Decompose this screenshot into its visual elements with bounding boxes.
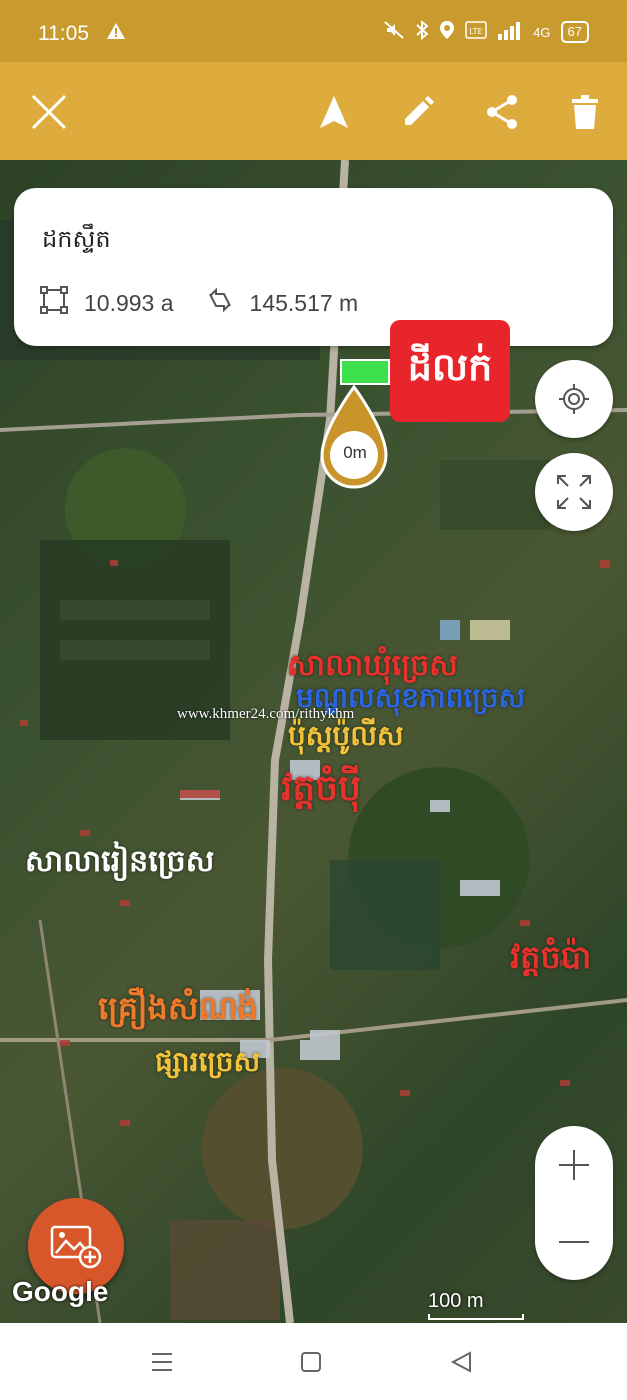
target-icon — [559, 384, 589, 414]
system-nav-bar — [0, 1323, 627, 1400]
minus-icon — [559, 1240, 589, 1243]
navigate-icon[interactable] — [312, 90, 356, 134]
zoom-controls — [535, 1126, 613, 1280]
map-scale-label: 100 m — [428, 1290, 484, 1312]
distance-icon — [206, 286, 234, 320]
signal-icon — [497, 20, 523, 44]
status-bar: 11:05 LTE 4G 67 — [0, 0, 627, 62]
battery-icon: 67 — [560, 21, 589, 43]
pin-distance-label: 0m — [343, 443, 367, 462]
land-for-sale-label: ដីលក់ — [390, 320, 510, 422]
map-label-school: សាលារៀនច្រេស — [25, 844, 215, 879]
fit-bounds-button[interactable] — [535, 453, 613, 531]
map-label-pagoda-champey: វត្តចំប៉ី — [281, 768, 361, 809]
recents-icon[interactable] — [146, 1347, 178, 1377]
zoom-out-button[interactable] — [535, 1203, 613, 1280]
location-pin-icon[interactable] — [316, 384, 392, 490]
volte-icon: LTE — [465, 20, 487, 44]
location-icon — [439, 20, 455, 44]
map-label-pagoda-champa: វត្តចំប៉ា — [510, 938, 592, 976]
watermark-text: www.khmer24.com/rithykhm — [177, 706, 355, 722]
add-image-icon — [50, 1225, 102, 1269]
mute-icon — [383, 20, 405, 44]
parcel-measurements: 10.993 a 145.517 m — [40, 286, 390, 320]
google-logo: Google — [12, 1276, 109, 1307]
svg-text:LTE: LTE — [470, 27, 483, 36]
warning-icon — [106, 22, 126, 44]
map-label-police-post: ប៉ុស្តប៉ូលីស — [288, 719, 404, 752]
area-value: 10.993 a — [84, 289, 174, 316]
parcel-info-card[interactable]: ដកស្ទឹត 10.993 a 145.517 m — [14, 188, 613, 346]
network-type: 4G — [533, 24, 551, 40]
close-icon[interactable] — [27, 90, 71, 134]
area-icon — [40, 286, 68, 320]
bluetooth-icon — [415, 19, 429, 44]
status-time: 11:05 — [38, 22, 89, 45]
share-icon[interactable] — [480, 90, 524, 134]
zoom-in-button[interactable] — [535, 1126, 613, 1203]
home-icon[interactable] — [295, 1347, 327, 1377]
delete-icon[interactable] — [563, 90, 607, 134]
map-label-construction-store: គ្រឿងសំណង់ — [98, 989, 258, 1027]
edit-icon[interactable] — [396, 90, 440, 134]
my-location-button[interactable] — [535, 360, 613, 438]
map-scale-bar — [428, 1314, 524, 1320]
map-label-market: ផ្សារច្រេស — [155, 1045, 261, 1078]
back-icon[interactable] — [445, 1347, 477, 1377]
top-toolbar — [0, 62, 627, 160]
expand-icon — [557, 475, 591, 509]
distance-value: 145.517 m — [249, 289, 359, 316]
plus-icon — [559, 1149, 589, 1180]
parcel-title: ដកស្ទឹត — [42, 225, 111, 253]
